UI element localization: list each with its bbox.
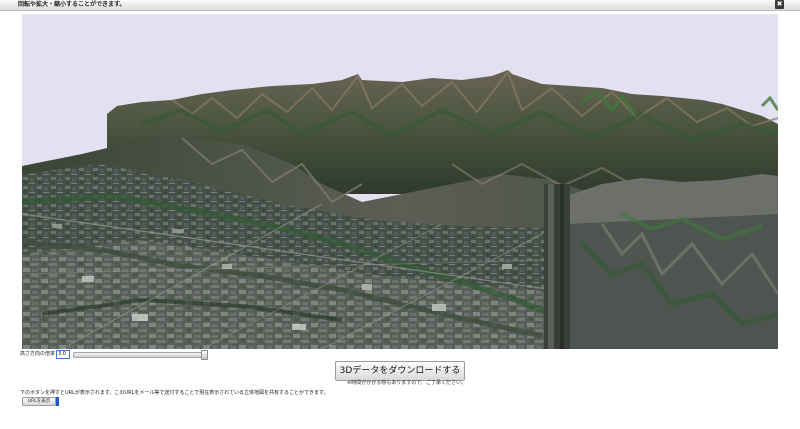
url-instructions: 下のボタンを押すとURLが表示されます。このURLをメール等で送付することで現在… bbox=[20, 390, 329, 396]
controls-panel: 高さ方向の倍率 = 3.0 3Dデータをダウンロードする ※時間がかかる物もあり… bbox=[20, 349, 780, 429]
height-scale-label: 高さ方向の倍率 = bbox=[20, 351, 61, 357]
height-scale-input[interactable]: 3.0 bbox=[56, 350, 70, 359]
terrain-3d-render[interactable] bbox=[22, 14, 778, 349]
download-3d-data-button[interactable]: 3Dデータをダウンロードする bbox=[335, 361, 465, 381]
download-note: ※時間がかかる物もありますので、ご了承ください。 bbox=[347, 380, 466, 386]
terrain-3d-viewer[interactable] bbox=[22, 14, 778, 349]
terrain-3d-dialog: 回転や拡大・縮小することができます。 ✖ 高さ方向の倍率 = 3.0 3Dデータ… bbox=[0, 0, 800, 429]
dialog-title: 回転や拡大・縮小することができます。 bbox=[18, 1, 126, 8]
dialog-titlebar: 回転や拡大・縮小することができます。 ✖ bbox=[0, 0, 800, 11]
url-indicator bbox=[56, 397, 59, 406]
height-scale-slider[interactable] bbox=[73, 352, 207, 358]
height-scale-slider-thumb[interactable] bbox=[201, 350, 208, 360]
close-icon[interactable]: ✖ bbox=[775, 0, 784, 9]
show-url-button[interactable]: URLを表示 bbox=[22, 397, 56, 406]
